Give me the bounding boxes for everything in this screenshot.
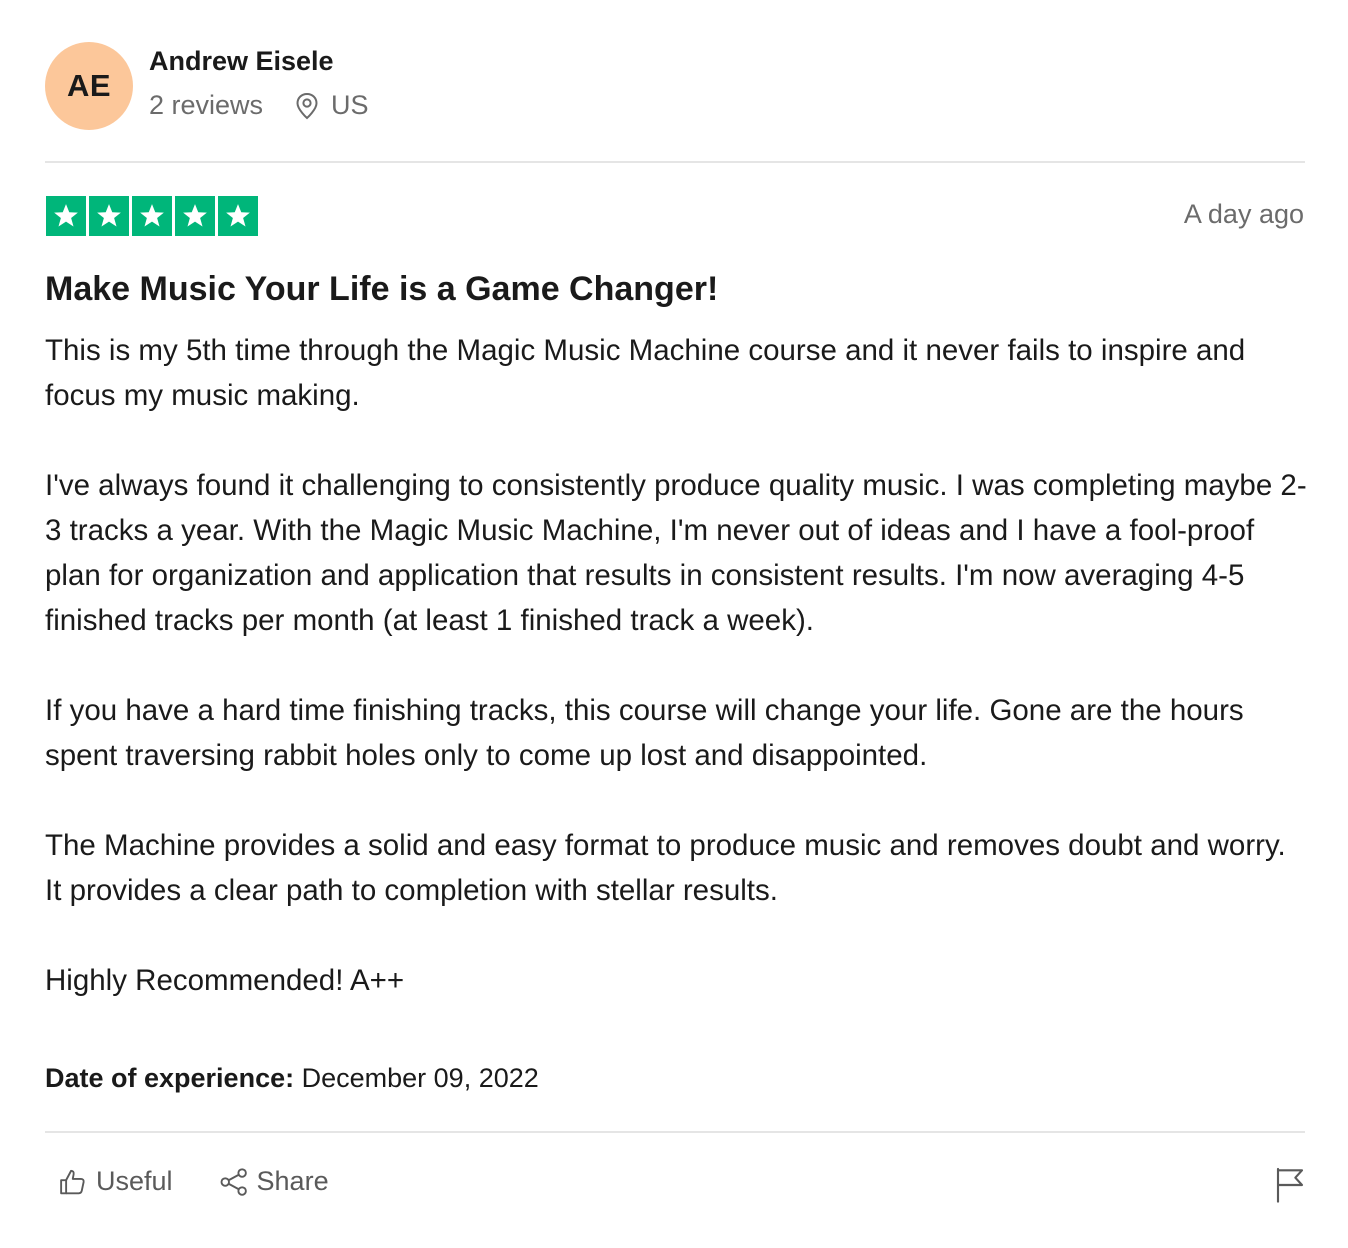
share-label: Share: [256, 1166, 329, 1196]
experience-date: December 09, 2022: [301, 1063, 539, 1093]
flag-icon: [1276, 1167, 1304, 1203]
useful-label: Useful: [96, 1166, 173, 1196]
report-flag-button[interactable]: [1274, 1167, 1306, 1208]
useful-button[interactable]: Useful: [58, 1166, 173, 1197]
share-button[interactable]: Share: [219, 1166, 329, 1197]
footer-divider: [45, 1131, 1305, 1133]
review-body: This is my 5th time through the Magic Mu…: [45, 328, 1307, 1003]
review-paragraph: I've always found it challenging to cons…: [45, 469, 1307, 637]
reviewer-name[interactable]: Andrew Eisele: [149, 46, 334, 77]
review-posted-date: A day ago: [1183, 199, 1304, 229]
experience-label: Date of experience:: [45, 1063, 295, 1093]
review-card: AE Andrew Eisele 2 reviews US A day ago …: [0, 0, 1348, 1248]
star-rating: [46, 196, 258, 236]
star-icon: [89, 196, 129, 236]
star-icon: [132, 196, 172, 236]
avatar[interactable]: AE: [45, 42, 133, 130]
review-paragraph: If you have a hard time finishing tracks…: [45, 694, 1244, 772]
thumbs-up-icon: [60, 1169, 85, 1194]
header-divider: [45, 161, 1305, 163]
review-actions: Useful Share: [58, 1166, 329, 1197]
review-paragraph: This is my 5th time through the Magic Mu…: [45, 334, 1246, 412]
star-icon: [175, 196, 215, 236]
location-pin-icon: [295, 92, 319, 120]
avatar-initials: AE: [66, 68, 112, 103]
star-icon: [46, 196, 86, 236]
reviewer-meta: 2 reviews US: [149, 90, 369, 121]
date-of-experience: Date of experience: December 09, 2022: [45, 1063, 539, 1094]
review-title[interactable]: Make Music Your Life is a Game Changer!: [45, 270, 718, 309]
review-count: 2 reviews: [149, 90, 264, 120]
reviewer-country: US: [331, 90, 369, 120]
star-icon: [218, 196, 258, 236]
review-paragraph: The Machine provides a solid and easy fo…: [45, 829, 1286, 907]
share-icon: [220, 1167, 247, 1196]
review-paragraph: Highly Recommended! A++: [45, 964, 405, 997]
